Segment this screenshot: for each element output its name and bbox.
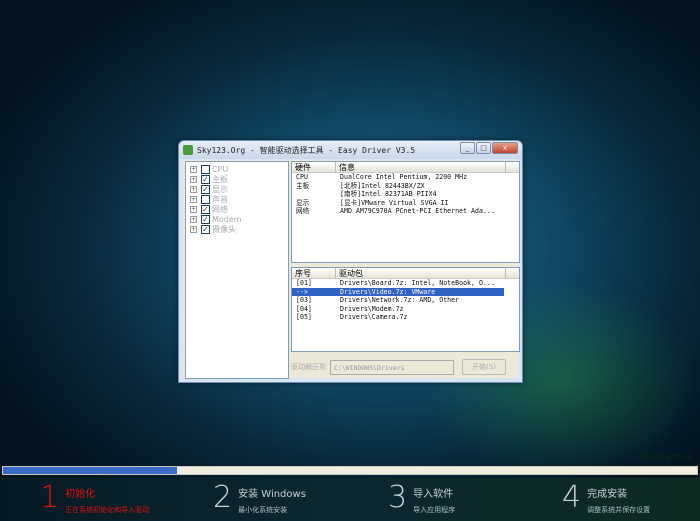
tree-node[interactable]: + ✓ Modem bbox=[190, 214, 284, 224]
checkbox[interactable]: ✓ bbox=[201, 184, 210, 194]
step-title: 完成安装 bbox=[587, 489, 628, 500]
tree-node[interactable]: + ✓ 显示 bbox=[190, 184, 284, 194]
cell-hardware bbox=[292, 190, 336, 199]
cell-package: Drivers\Network.7z: AMD, Other bbox=[340, 296, 460, 304]
hardware-list: 硬件 信息 CPU DualCore Intel Pentium, 2200 MHz… bbox=[291, 161, 520, 263]
step-text: 完成安装调整系统并保存设置 bbox=[587, 481, 650, 515]
hardware-tree: + CPU + ✓ 主板 + ✓ 显示 + 声音 + ✓ 网络 + ✓ Modem + ✓ 摄像头 bbox=[185, 161, 289, 379]
cell-hardware: 显示 bbox=[296, 198, 310, 207]
step-number: 2 bbox=[213, 480, 233, 515]
cell-hardware: 主板 bbox=[296, 181, 310, 190]
checkbox[interactable]: ✓ bbox=[201, 214, 210, 224]
step-text: 初始化正在系统初始化和导入驱动 bbox=[65, 481, 149, 515]
step-subtitle: 最小化系统安装 bbox=[238, 506, 288, 514]
col-index[interactable]: 序号 bbox=[292, 268, 336, 278]
easy-driver-window: Sky123.Org - 智能驱动选择工具 - Easy Driver V3.5… bbox=[178, 140, 523, 383]
step-subtitle: 调整系统并保存设置 bbox=[587, 506, 651, 514]
table-row[interactable]: CPU DualCore Intel Pentium, 2200 MHz bbox=[292, 173, 519, 182]
install-steps: 1 初始化 正在系统初始化和导入驱动 2 安装 Windows 最小化系统安装 3 导入软件导… bbox=[0, 478, 700, 521]
cell-hardware: CPU bbox=[296, 173, 308, 181]
extract-path-input[interactable]: C:\WINDOWS\Drivers bbox=[330, 359, 454, 375]
tree-node[interactable]: + CPU bbox=[190, 164, 284, 174]
step-subtitle: 导入应用程序 bbox=[413, 506, 456, 514]
minimize-button[interactable]: _ bbox=[460, 142, 475, 154]
col-hardware[interactable]: 硬件 bbox=[292, 162, 336, 172]
tree-node-label: Modem bbox=[212, 214, 242, 224]
checkbox[interactable]: ✓ bbox=[201, 204, 210, 214]
col-info[interactable]: 信息 bbox=[336, 162, 506, 172]
checkbox[interactable]: ✓ bbox=[201, 224, 210, 234]
maximize-button[interactable]: □ bbox=[476, 142, 491, 154]
app-icon bbox=[183, 145, 193, 155]
step-2: 2 安装 Windows 最小化系统安装 bbox=[213, 481, 306, 515]
cell-info: [北桥]Intel 82443BX/ZX bbox=[340, 181, 425, 190]
tree-node-label: 摄像头 bbox=[212, 224, 236, 234]
step-1: 1 初始化 正在系统初始化和导入驱动 bbox=[40, 481, 149, 515]
table-row[interactable]: 主板 [北桥]Intel 82443BX/ZX bbox=[292, 182, 519, 191]
cell-info: AMD AM79C970A PCnet-PCI Ethernet Ada... bbox=[340, 207, 495, 215]
tree-node-label: CPU bbox=[212, 164, 229, 174]
cell-package: Drivers\Camera.7z bbox=[340, 313, 408, 321]
cell-package: Drivers\Video.7z: VMware bbox=[340, 287, 436, 296]
cell-info: DualCore Intel Pentium, 2200 MHz bbox=[340, 173, 468, 181]
table-row[interactable]: [01] Drivers\Board.7z: Intel, NoteBook, O… bbox=[292, 279, 519, 288]
col-package[interactable]: 驱动包 bbox=[336, 268, 506, 278]
cell-index: [03] bbox=[296, 296, 312, 304]
cell-package: Drivers\Modem.7z bbox=[340, 304, 404, 313]
tree-node[interactable]: + ✓ 网络 bbox=[190, 204, 284, 214]
extract-label: 驱动解压到 bbox=[291, 363, 326, 371]
close-button[interactable]: x bbox=[492, 142, 518, 154]
expand-icon[interactable]: + bbox=[190, 175, 197, 183]
cell-index: [05] bbox=[296, 313, 312, 321]
step-3: 3 导入软件 导入应用程序 bbox=[388, 481, 455, 515]
expand-icon[interactable]: + bbox=[190, 195, 197, 203]
table-row[interactable]: [南桥]Intel 82371AB PIIX4 bbox=[292, 190, 519, 199]
start-button[interactable]: 开始(S) bbox=[462, 359, 506, 375]
cell-index: --> bbox=[296, 287, 308, 296]
expand-icon[interactable]: + bbox=[190, 185, 197, 193]
driver-list: 序号 驱动包 [01] Drivers\Board.7z: Intel, NoteB… bbox=[291, 267, 520, 352]
cell-index: [01] bbox=[296, 279, 312, 287]
step-title: 安装 Windows bbox=[238, 489, 306, 500]
cell-hardware: 网络 bbox=[296, 207, 310, 215]
cell-index: [04] bbox=[296, 304, 312, 313]
cell-info: [南桥]Intel 82371AB PIIX4 bbox=[340, 190, 437, 198]
table-row[interactable]: 网络 AMD AM79C970A PCnet-PCI Ethernet Ada..… bbox=[292, 207, 519, 216]
checkbox[interactable]: ✓ bbox=[201, 174, 210, 184]
expand-icon[interactable]: + bbox=[190, 215, 197, 223]
step-number: 4 bbox=[562, 480, 582, 515]
tree-node[interactable]: + ✓ 摄像头 bbox=[190, 224, 284, 234]
step-title: 导入软件 bbox=[413, 489, 454, 500]
table-row[interactable]: [05] Drivers\Camera.7z bbox=[292, 313, 519, 322]
table-row[interactable]: [03] Drivers\Network.7z: AMD, Other bbox=[292, 296, 519, 305]
table-row[interactable]: 显示 [显卡]VMware Virtual SVGA II bbox=[292, 199, 519, 208]
elapsed-time: 已用时间 00:26 bbox=[641, 453, 692, 461]
step-subtitle: 正在系统初始化和导入驱动 bbox=[65, 506, 150, 514]
checkbox[interactable] bbox=[201, 164, 210, 174]
table-row[interactable]: [04] Drivers\Modem.7z bbox=[292, 305, 519, 314]
progress-fill bbox=[3, 467, 177, 474]
cell-info: [显卡]VMware Virtual SVGA II bbox=[340, 198, 449, 207]
step-text: 安装 Windows 最小化系统安装 bbox=[238, 481, 306, 515]
step-4: 4 完成安装 调整系统并保存设置 bbox=[562, 481, 650, 515]
install-progress-bar bbox=[2, 466, 698, 475]
tree-node-label: 网络 bbox=[212, 204, 228, 214]
tree-node[interactable]: + ✓ 主板 bbox=[190, 174, 284, 184]
title-bar[interactable]: Sky123.Org - 智能驱动选择工具 - Easy Driver V3.5… bbox=[179, 141, 522, 159]
expand-icon[interactable]: + bbox=[190, 225, 197, 233]
step-number: 3 bbox=[388, 480, 408, 515]
checkbox[interactable] bbox=[201, 194, 210, 204]
step-title: 初始化 bbox=[65, 489, 96, 500]
cell-package: Drivers\Board.7z: Intel, NoteBook, O... bbox=[340, 279, 495, 287]
step-number: 1 bbox=[40, 480, 60, 515]
expand-icon[interactable]: + bbox=[190, 205, 197, 213]
table-row[interactable]: --> Drivers\Video.7z: VMware bbox=[292, 287, 504, 296]
tree-node[interactable]: + 声音 bbox=[190, 194, 284, 204]
window-title: Sky123.Org - 智能驱动选择工具 - Easy Driver V3.5 bbox=[197, 145, 416, 155]
step-text: 导入软件导入应用程序 bbox=[413, 481, 455, 515]
expand-icon[interactable]: + bbox=[190, 165, 197, 173]
